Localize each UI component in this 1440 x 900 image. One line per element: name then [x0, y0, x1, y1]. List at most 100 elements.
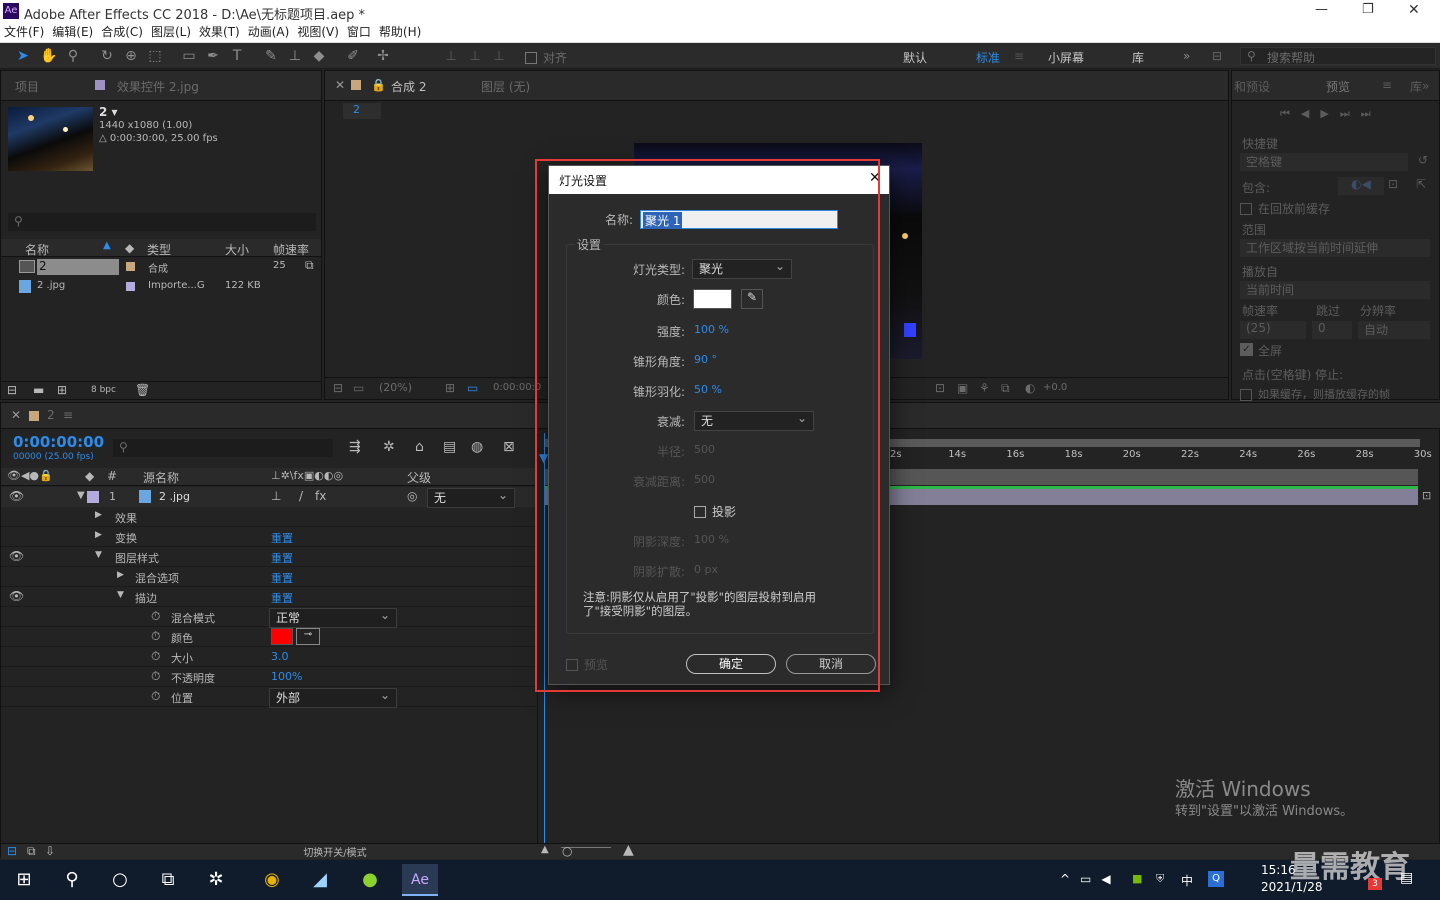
more-workspaces-icon[interactable]: »: [1183, 49, 1190, 63]
expand-arrow-icon[interactable]: ▶: [95, 510, 102, 520]
light-name-input[interactable]: 聚光 1: [640, 210, 838, 229]
frame-blend-icon[interactable]: ▤: [443, 439, 456, 455]
menu-view[interactable]: 视图(V): [293, 23, 343, 42]
menu-layer[interactable]: 图层(L): [147, 23, 195, 42]
intensity-value[interactable]: 100 %: [694, 323, 729, 336]
prop-row-position[interactable]: ⏱ 位置 外部: [1, 686, 536, 708]
item-name[interactable]: 2: [37, 259, 119, 275]
prop-row-opacity[interactable]: ⏱ 不透明度 100%: [1, 667, 536, 687]
workspace-small-screen[interactable]: 小屏幕: [1048, 49, 1084, 66]
layer-label-color[interactable]: [87, 491, 99, 503]
cancel-button[interactable]: 取消: [786, 654, 876, 674]
task-view-icon[interactable]: ⧉: [152, 864, 184, 896]
action-center-icon[interactable]: ▤: [1400, 870, 1413, 886]
new-folder-icon[interactable]: ▬: [33, 383, 44, 397]
search-help-input[interactable]: ⚲ 搜索帮助: [1240, 47, 1436, 65]
stopwatch-icon[interactable]: ⏱: [151, 629, 160, 644]
opacity-value[interactable]: 100%: [271, 670, 302, 683]
tab-effect-controls[interactable]: 效果控件 2.jpg: [117, 78, 199, 95]
tab-preview[interactable]: 预览: [1326, 78, 1350, 95]
menu-edit[interactable]: 编辑(E): [48, 23, 97, 42]
text-tool-icon[interactable]: T: [228, 47, 246, 65]
tab-menu-icon[interactable]: ≡: [63, 408, 73, 422]
timeline-search-input[interactable]: ⚲: [113, 439, 333, 457]
pickwhip-icon[interactable]: ◎: [407, 489, 417, 503]
windows-start-icon[interactable]: ⊞: [8, 864, 40, 896]
shy-icon[interactable]: ⌂: [415, 439, 424, 455]
preview-checkbox[interactable]: [566, 657, 578, 671]
fx-switch-icon[interactable]: fx: [315, 489, 326, 503]
visibility-eye-icon[interactable]: 👁: [9, 489, 24, 503]
menu-window[interactable]: 窗口: [343, 23, 375, 42]
cast-shadow-checkbox[interactable]: [694, 504, 706, 518]
graph-editor-icon[interactable]: ⊠: [503, 439, 515, 455]
in-out-icon[interactable]: ⇩: [45, 844, 55, 858]
av-switches-icon[interactable]: 👁◀●🔒: [7, 469, 53, 482]
expand-arrow-icon[interactable]: ▼: [117, 590, 124, 600]
light-color-swatch[interactable]: [693, 289, 732, 309]
region-icon[interactable]: ▭: [467, 381, 478, 395]
chrome-icon[interactable]: ◉: [256, 864, 288, 896]
size-value[interactable]: 3.0: [271, 650, 289, 663]
playback-controls[interactable]: ⏮◀▶⏭⏭: [1280, 107, 1400, 121]
comp-breadcrumb[interactable]: 2: [343, 103, 381, 119]
local-axis-icon[interactable]: ⟂: [442, 47, 460, 65]
snap-checkbox[interactable]: [525, 50, 537, 64]
external-icon[interactable]: ⇱: [1416, 177, 1426, 191]
playhead-icon[interactable]: ▼: [539, 451, 548, 465]
reset-link[interactable]: 重置: [271, 570, 293, 586]
rotate-tool-icon[interactable]: ↻: [98, 47, 116, 65]
label-col-icon[interactable]: ◆: [125, 241, 134, 255]
expand-arrow-icon[interactable]: ▶: [117, 570, 124, 580]
tray-icons[interactable]: ^▭◀: [1060, 872, 1121, 886]
security-icon[interactable]: ⛨: [1156, 872, 1164, 886]
zoom-in-icon[interactable]: ▲: [623, 842, 634, 858]
eraser-tool-icon[interactable]: ◆: [310, 47, 328, 65]
layer-name[interactable]: 2 .jpg: [159, 490, 190, 503]
workspace-library[interactable]: 库: [1132, 49, 1144, 66]
col-type[interactable]: 类型: [147, 241, 171, 258]
play-from-select[interactable]: 当前时间: [1240, 281, 1430, 299]
col-name[interactable]: 名称: [25, 241, 49, 258]
zoom-out-icon[interactable]: ▲: [541, 844, 549, 855]
skip-select[interactable]: 0: [1312, 321, 1352, 339]
shy-switch-icon[interactable]: ⊥: [271, 489, 281, 503]
cortana-icon[interactable]: ○: [104, 864, 136, 896]
parent-select[interactable]: 无: [427, 486, 515, 508]
snapshot-icon[interactable]: ▣: [957, 381, 968, 395]
prop-row-color[interactable]: ⏱ 颜色 ⊸: [1, 627, 536, 647]
delete-icon[interactable]: 🗑: [135, 383, 150, 397]
zoom-select[interactable]: (20%): [379, 381, 412, 394]
pan-behind-tool-icon[interactable]: ⬚: [146, 47, 164, 65]
new-comp-icon[interactable]: ⊞: [57, 383, 67, 397]
view-axis-icon[interactable]: ⟂: [490, 47, 508, 65]
toggle-switches-modes[interactable]: 切换开关/模式: [269, 844, 401, 859]
prop-row-blend-mode[interactable]: ⏱ 混合模式 正常: [1, 606, 536, 628]
roto-brush-tool-icon[interactable]: ✐: [344, 47, 362, 65]
ok-button[interactable]: 确定: [686, 654, 776, 674]
flowchart-icon[interactable]: ⧉: [1001, 381, 1010, 396]
3d-view-icon[interactable]: ⊡: [935, 381, 945, 395]
green-app-icon[interactable]: ●: [354, 864, 386, 896]
tab-library[interactable]: 库: [1410, 78, 1422, 95]
selection-tool-icon[interactable]: ➤: [14, 47, 32, 65]
position-select[interactable]: 外部: [269, 686, 397, 708]
reset-link[interactable]: 重置: [271, 550, 293, 566]
include-video-audio-icon[interactable]: ◐◀: [1338, 177, 1384, 195]
after-effects-taskbar-icon[interactable]: Ae: [402, 864, 438, 896]
stopwatch-icon[interactable]: ⏱: [151, 689, 160, 704]
zoom-tool-icon[interactable]: ⚲: [64, 47, 82, 65]
label-col-icon[interactable]: ◆: [85, 469, 94, 483]
close-button[interactable]: ✕: [1408, 2, 1420, 18]
project-item-row[interactable]: 2 .jpg Importe...G 122 KB: [1, 278, 321, 296]
dialog-close-button[interactable]: ✕: [869, 170, 881, 186]
close-tab-icon[interactable]: ✕: [11, 408, 21, 422]
layer-expand-icon[interactable]: ▼: [77, 490, 85, 501]
draft-3d-icon[interactable]: ✲: [383, 439, 395, 455]
reset-link[interactable]: 重置: [271, 590, 293, 606]
sort-asc-icon[interactable]: ▲: [103, 240, 111, 251]
cone-feather-value[interactable]: 50 %: [694, 383, 722, 396]
workspace-menu-icon[interactable]: ≡: [1014, 49, 1024, 63]
eyedropper-icon[interactable]: ⊸: [296, 628, 320, 645]
menu-composition[interactable]: 合成(C): [97, 23, 147, 42]
